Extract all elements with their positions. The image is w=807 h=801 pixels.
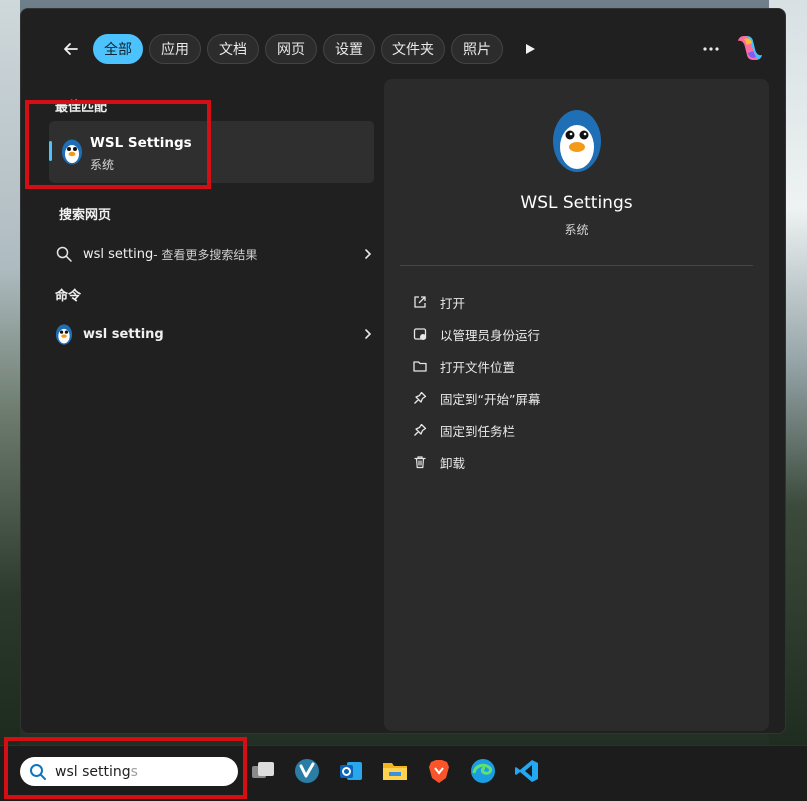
chevron-right-icon	[363, 319, 373, 349]
back-button[interactable]	[57, 35, 85, 63]
search-autocomplete-ghost: s	[130, 763, 138, 780]
open-external-icon	[412, 294, 428, 310]
filter-web[interactable]: 网页	[265, 34, 317, 64]
action-pin-to-taskbar[interactable]: 固定到任务栏	[412, 418, 515, 442]
detail-app-subtitle: 系统	[564, 223, 589, 237]
run-as-admin-icon	[412, 326, 428, 342]
copilot-icon	[738, 36, 762, 60]
action-label: 卸载	[440, 455, 466, 471]
outlook-icon[interactable]	[336, 756, 366, 786]
filter-all[interactable]: 全部	[93, 34, 143, 64]
task-view-icon[interactable]	[248, 756, 278, 786]
filter-settings[interactable]: 设置	[323, 34, 375, 64]
search-web-heading: 搜索网页	[59, 208, 112, 223]
chevron-right-icon	[363, 239, 373, 269]
best-match-heading: 最佳匹配	[55, 100, 108, 115]
more-options-button[interactable]	[699, 37, 723, 61]
action-label: 打开	[440, 295, 466, 311]
more-filters-button[interactable]	[517, 34, 543, 64]
pin-icon	[412, 390, 428, 406]
best-match-item[interactable]: WSL Settings 系统	[49, 121, 374, 183]
penguin-icon	[62, 139, 82, 165]
vscode-icon[interactable]	[512, 756, 542, 786]
best-match-title: WSL Settings	[90, 135, 192, 151]
filter-folders[interactable]: 文件夹	[381, 34, 445, 64]
play-icon	[526, 44, 535, 54]
app-detail-pane: WSL Settings 系统 打开 以管理员身份运行 打开文件位置 固定到“开…	[384, 79, 769, 731]
web-search-suffix: - 查看更多搜索结果	[153, 247, 258, 262]
action-label: 固定到任务栏	[440, 423, 516, 439]
folder-icon	[412, 358, 428, 374]
filter-apps[interactable]: 应用	[149, 34, 201, 64]
taskbar-search-box[interactable]: wsl setting s	[20, 757, 238, 786]
ellipsis-icon	[703, 47, 719, 51]
commands-heading: 命令	[55, 289, 82, 304]
detail-app-name: WSL Settings	[520, 193, 633, 213]
action-label: 固定到“开始”屏幕	[440, 391, 541, 407]
search-icon	[56, 246, 72, 262]
filter-bar: 全部 应用 文档 网页 设置 文件夹 照片	[57, 33, 543, 65]
edge-icon[interactable]	[468, 756, 498, 786]
filter-photos[interactable]: 照片	[451, 34, 503, 64]
command-name: wsl setting	[83, 326, 164, 342]
copilot-button[interactable]	[733, 31, 767, 65]
taskbar: wsl setting s	[0, 745, 807, 801]
action-label: 以管理员身份运行	[440, 327, 541, 343]
pin-icon	[412, 422, 428, 438]
vivaldi-icon[interactable]	[292, 756, 322, 786]
action-label: 打开文件位置	[440, 359, 516, 375]
action-uninstall[interactable]: 卸载	[412, 450, 465, 474]
best-match-subtitle: 系统	[90, 158, 115, 172]
search-icon	[28, 762, 48, 782]
selection-indicator	[49, 141, 52, 161]
filter-documents[interactable]: 文档	[207, 34, 259, 64]
action-open[interactable]: 打开	[412, 290, 465, 314]
brave-icon[interactable]	[424, 756, 454, 786]
action-open-file-location[interactable]: 打开文件位置	[412, 354, 515, 378]
search-input-value: wsl setting	[55, 763, 131, 780]
penguin-icon	[55, 323, 73, 345]
desktop-wallpaper-left	[0, 0, 20, 745]
command-result[interactable]: wsl setting	[53, 319, 373, 349]
web-search-result[interactable]: wsl setting - 查看更多搜索结果	[53, 239, 373, 269]
web-search-query: wsl setting	[83, 246, 154, 262]
action-run-as-admin[interactable]: 以管理员身份运行	[412, 322, 540, 346]
detail-divider	[400, 265, 753, 266]
results-column: 最佳匹配 WSL Settings 系统 搜索网页 wsl setting - …	[43, 87, 379, 727]
file-explorer-icon[interactable]	[380, 756, 410, 786]
penguin-icon	[553, 110, 601, 172]
search-flyout: 全部 应用 文档 网页 设置 文件夹 照片 最佳匹配 WSL Settings …	[20, 8, 786, 734]
trash-icon	[412, 454, 428, 470]
action-pin-to-start[interactable]: 固定到“开始”屏幕	[412, 386, 540, 410]
back-arrow-icon	[64, 43, 78, 55]
